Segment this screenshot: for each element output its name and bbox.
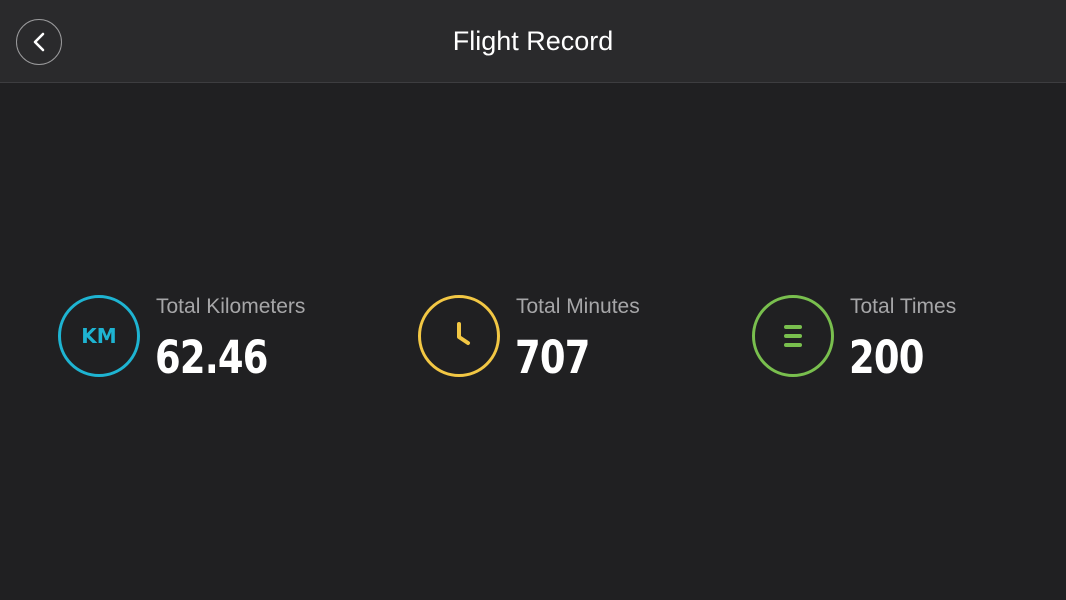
stat-value: 200 [849, 331, 924, 384]
header-bar: Flight Record [0, 0, 1066, 83]
chevron-left-icon [33, 32, 45, 52]
stat-value: 707 [515, 331, 590, 384]
clock-hands [457, 322, 470, 345]
km-icon-text: KM [81, 324, 117, 348]
back-button[interactable] [16, 19, 62, 65]
km-icon: KM [58, 295, 140, 377]
list-icon [752, 295, 834, 377]
list-lines [784, 325, 802, 347]
clock-icon [418, 295, 500, 377]
stat-label: Total Minutes [516, 295, 640, 318]
stat-value: 62.46 [155, 331, 268, 384]
stat-label: Total Times [850, 295, 957, 318]
page-title: Flight Record [452, 26, 614, 56]
stat-label: Total Kilometers [156, 295, 306, 318]
